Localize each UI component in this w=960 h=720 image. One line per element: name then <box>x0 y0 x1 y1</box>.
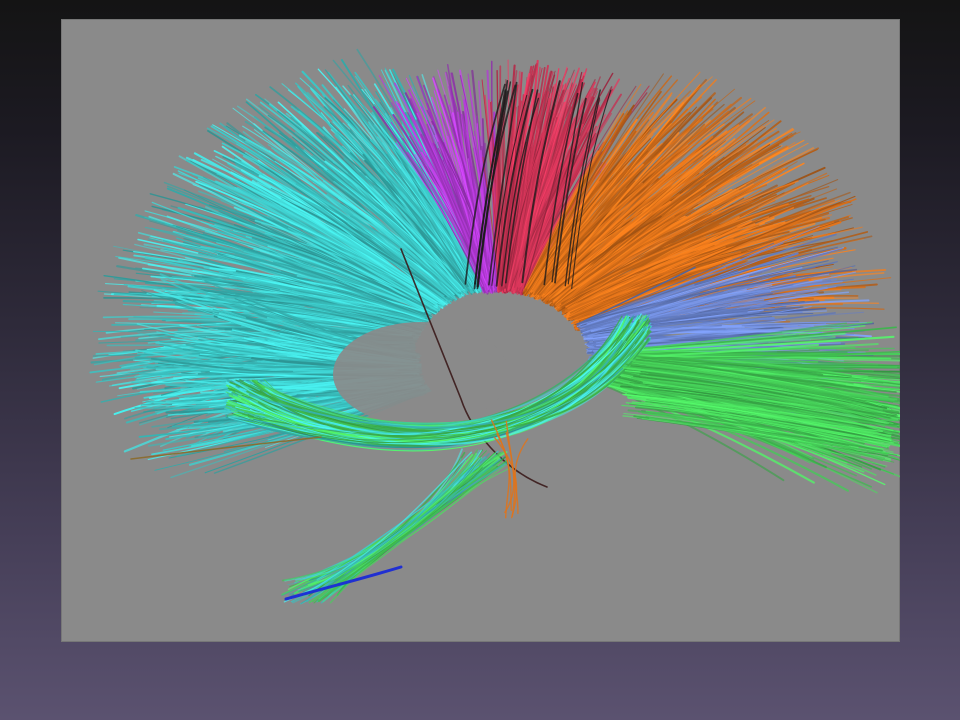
fiber-tract-image <box>89 48 900 605</box>
ring-center-hole <box>333 322 509 426</box>
tractography-figure <box>61 19 900 642</box>
slide-background <box>0 0 960 720</box>
